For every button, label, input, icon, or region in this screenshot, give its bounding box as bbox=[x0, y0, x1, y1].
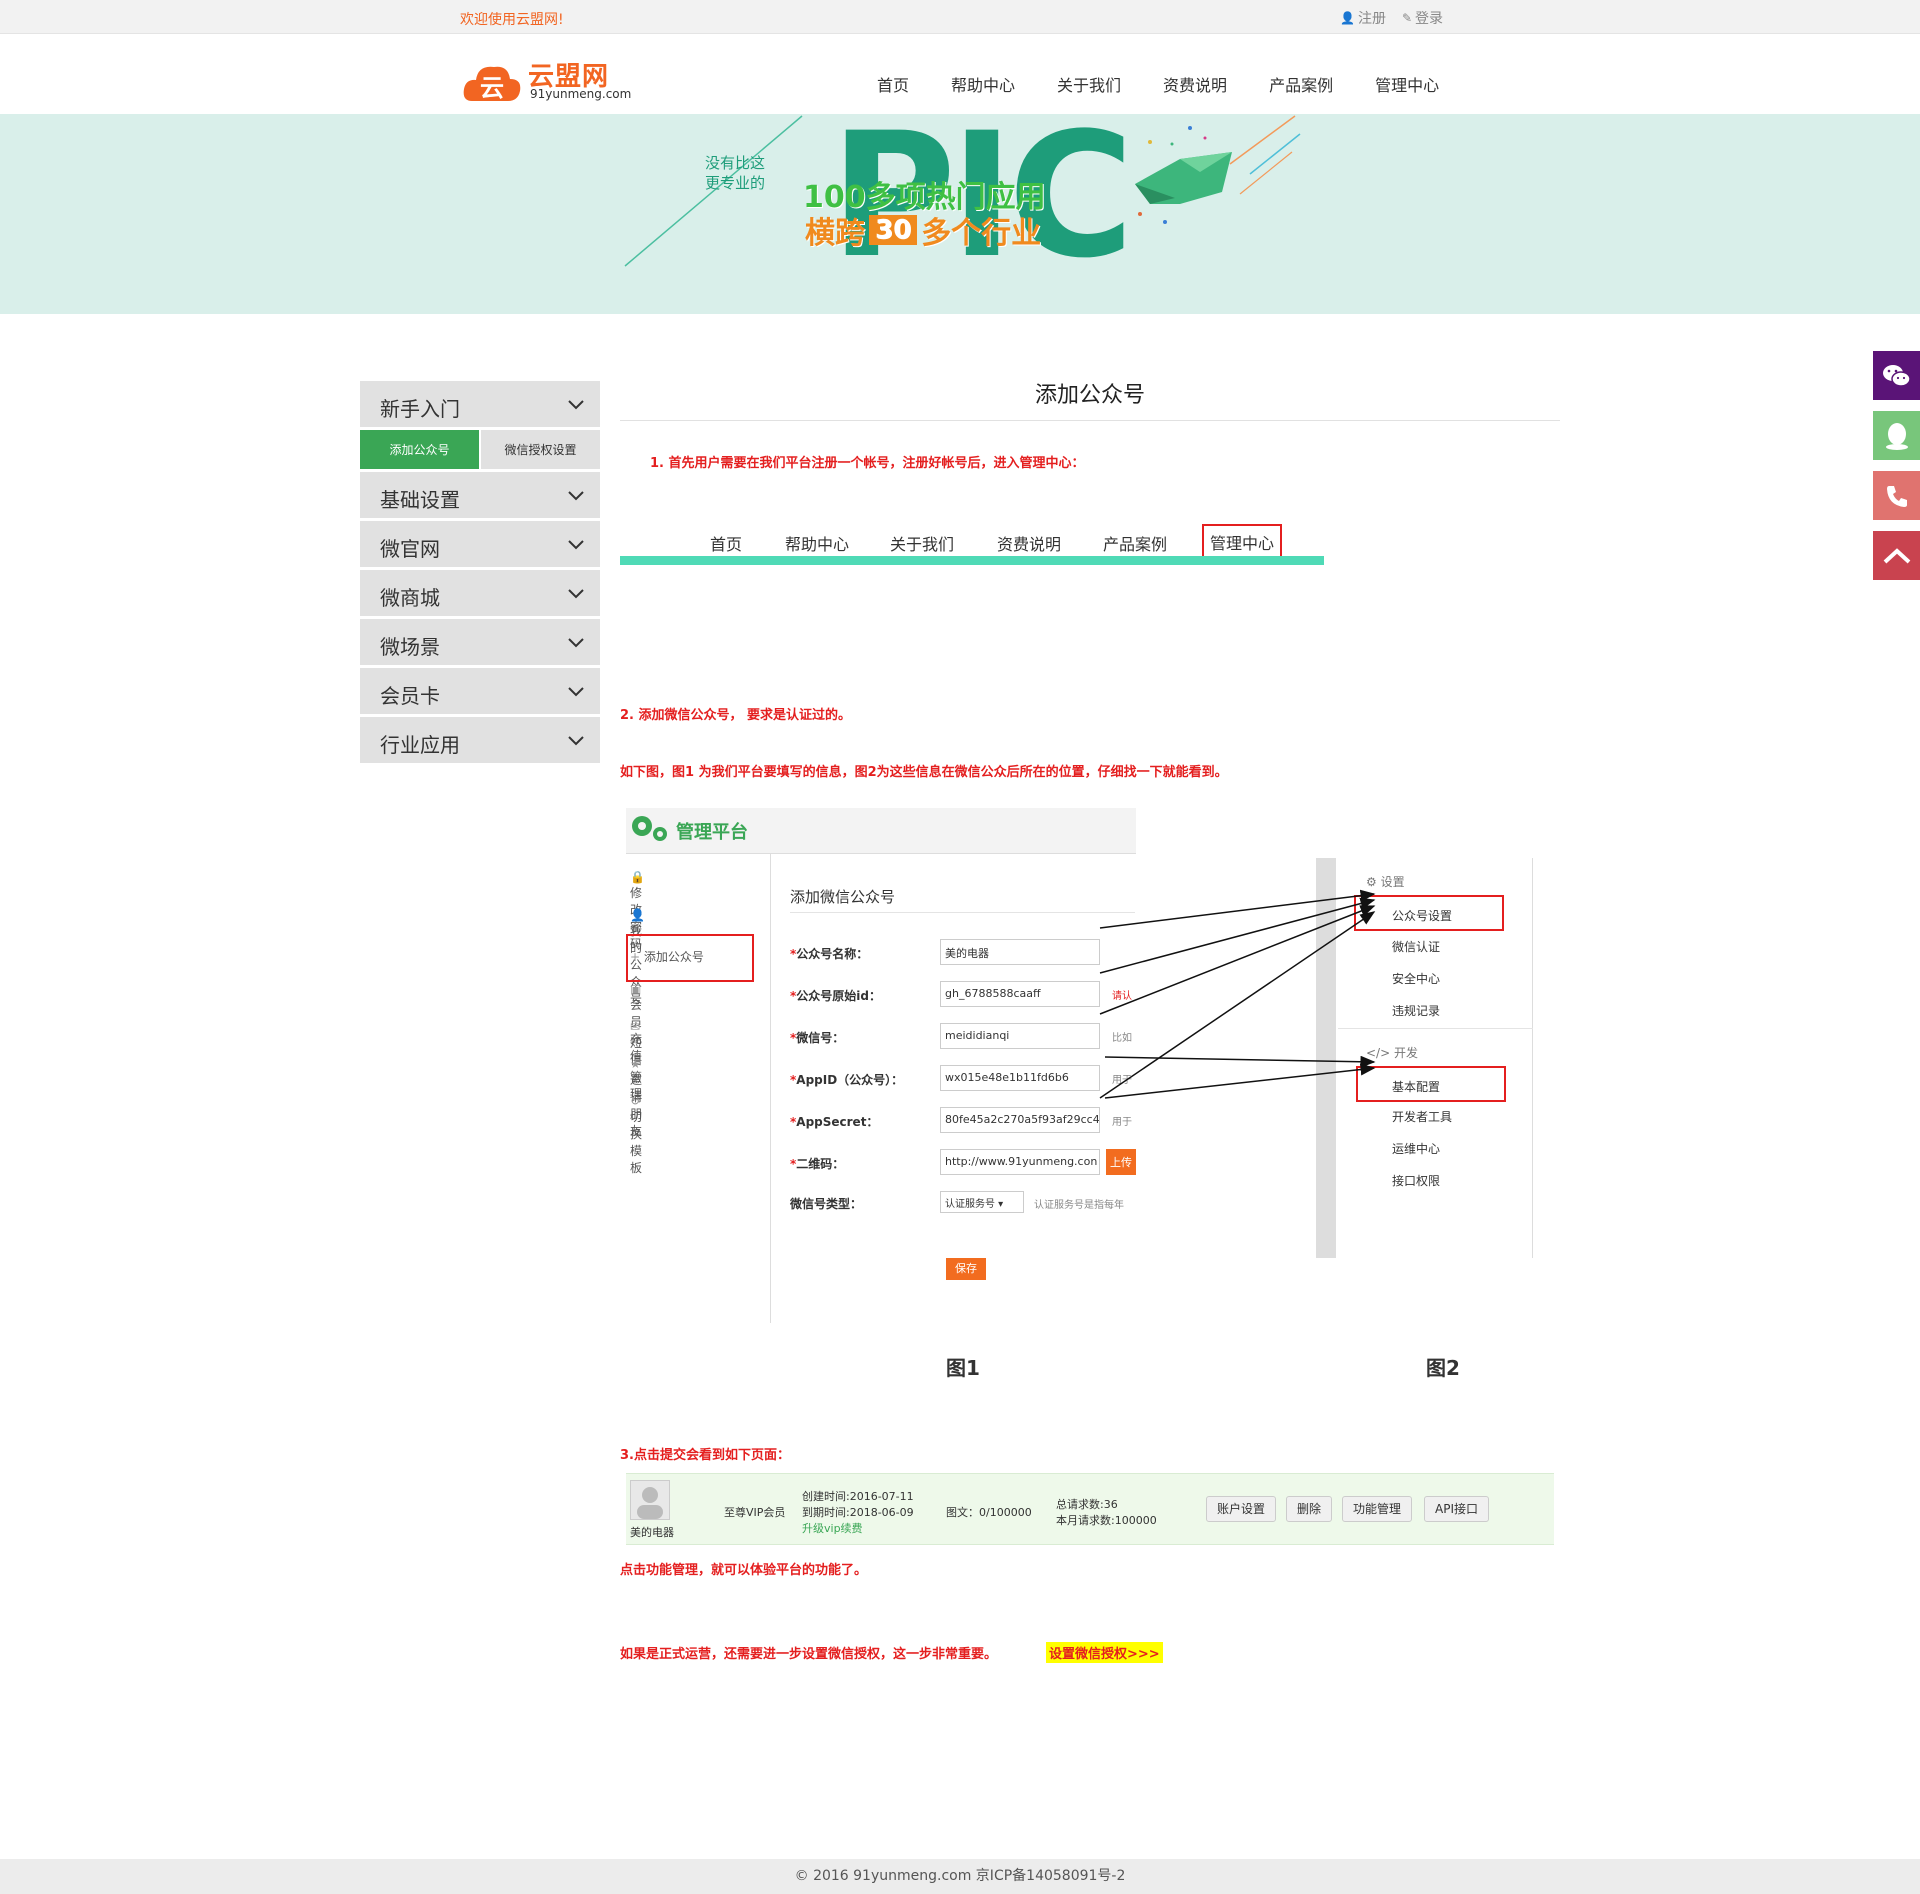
nav-pricing[interactable]: 资费说明 bbox=[1142, 72, 1248, 96]
screenshot-nav-item: 关于我们 bbox=[890, 535, 955, 554]
step-3-text: 3.点击提交会看到如下页面： bbox=[620, 1448, 790, 1463]
mapping-arrows bbox=[1099, 889, 1376, 1099]
qq-icon bbox=[1885, 422, 1908, 450]
subtab-wechat-auth[interactable]: 微信授权设置 bbox=[479, 430, 600, 469]
screenshot-nav: 首页 帮助中心 关于我们 资费说明 产品案例 管理中心 bbox=[620, 516, 1324, 566]
avatar bbox=[630, 1480, 670, 1520]
account-settings-button: 账户设置 bbox=[1206, 1496, 1277, 1522]
svg-text:云: 云 bbox=[480, 74, 504, 102]
pencil-icon: ✎ bbox=[1401, 11, 1413, 25]
result-row-screenshot: 美的电器 至尊VIP会员 创建时间:2016-07-11 到期时间:2018-0… bbox=[626, 1473, 1554, 1545]
sidebar-section-microsite[interactable]: 微官网 bbox=[360, 521, 600, 570]
result-expires: 到期时间:2018-06-09 bbox=[802, 1506, 914, 1519]
nav-about[interactable]: 关于我们 bbox=[1036, 72, 1142, 96]
result-upgrade: 升级vip续费 bbox=[802, 1522, 863, 1535]
nav-help[interactable]: 帮助中心 bbox=[930, 72, 1036, 96]
user-icon bbox=[637, 1487, 663, 1519]
chevron-down-icon bbox=[568, 736, 584, 746]
sidebar-section-membercard[interactable]: 会员卡 bbox=[360, 668, 600, 717]
result-level: 至尊VIP会员 bbox=[724, 1506, 786, 1519]
screenshot-nav-item: 首页 bbox=[710, 535, 743, 554]
chevron-down-icon bbox=[568, 491, 584, 501]
main-nav: 首页 帮助中心 关于我们 资费说明 产品案例 管理中心 bbox=[856, 72, 1460, 96]
cloud-logo-icon: 云 bbox=[463, 66, 521, 102]
phone-float-button[interactable] bbox=[1873, 471, 1920, 520]
hero-banner: PIC 没有比这 更专业的 100多项热门应用 横跨 30 多个行业 bbox=[0, 114, 1920, 314]
banner-line-2: 横跨 30 多个行业 bbox=[805, 215, 1042, 251]
logo-domain: 91yunmeng.com bbox=[530, 87, 632, 101]
sidebar-section-industry[interactable]: 行业应用 bbox=[360, 717, 600, 766]
banner-tag-2: 更专业的 bbox=[705, 174, 766, 192]
sidebar: 新手入门 添加公众号 微信授权设置 基础设置 微官网 微商城 微场景 会员卡 行… bbox=[360, 381, 600, 766]
step-1-text: 1. 首先用户需要在我们平台注册一个帐号，注册好帐号后，进入管理中心： bbox=[650, 456, 1085, 471]
register-link[interactable]: 👤 注册 bbox=[1340, 8, 1386, 28]
screenshot-nav-item-highlighted: 管理中心 bbox=[1202, 524, 1283, 560]
nav-admin[interactable]: 管理中心 bbox=[1354, 72, 1460, 96]
result-created: 创建时间:2016-07-11 bbox=[802, 1490, 914, 1503]
header: 云 云盟网 91yunmeng.com 首页 帮助中心 关于我们 资费说明 产品… bbox=[0, 35, 1920, 114]
nav-cases[interactable]: 产品案例 bbox=[1248, 72, 1354, 96]
user-icon: 👤 bbox=[1340, 11, 1355, 25]
result-total: 总请求数:36 bbox=[1056, 1498, 1118, 1511]
sidebar-section-mall[interactable]: 微商城 bbox=[360, 570, 600, 619]
step-3-desc: 点击功能管理，就可以体验平台的功能了。 bbox=[620, 1563, 868, 1578]
sidebar-section-basic[interactable]: 基础设置 bbox=[360, 472, 600, 521]
screenshot-nav-item: 产品案例 bbox=[1103, 535, 1168, 554]
wechat-auth-link[interactable]: 设置微信授权>>> bbox=[1046, 1642, 1163, 1663]
result-month: 本月请求数:100000 bbox=[1056, 1514, 1157, 1527]
chevron-down-icon bbox=[568, 687, 584, 697]
screenshot-nav-item: 帮助中心 bbox=[785, 535, 850, 554]
final-note: 如果是正式运营，还需要进一步设置微信授权，这一步非常重要。 bbox=[620, 1647, 998, 1662]
back-to-top-button[interactable] bbox=[1873, 531, 1920, 580]
qq-float-button[interactable] bbox=[1873, 411, 1920, 460]
top-bar: 欢迎使用云盟网! 👤 注册 ✎ 登录 bbox=[0, 0, 1920, 34]
function-manage-button: 功能管理 bbox=[1342, 1496, 1413, 1522]
figure-1-caption: 图1 bbox=[946, 1356, 980, 1380]
phone-icon bbox=[1886, 485, 1907, 507]
sidebar-section-beginner[interactable]: 新手入门 bbox=[360, 381, 600, 430]
main-content: 添加公众号 1. 首先用户需要在我们平台注册一个帐号，注册好帐号后，进入管理中心… bbox=[620, 376, 1560, 1663]
sidebar-subtabs: 添加公众号 微信授权设置 bbox=[360, 430, 600, 472]
result-posts: 图文：0/100000 bbox=[946, 1506, 1032, 1519]
chevron-up-icon bbox=[1883, 547, 1910, 563]
banner-tag-1: 没有比这 bbox=[705, 154, 766, 172]
login-link[interactable]: ✎ 登录 bbox=[1402, 8, 1443, 28]
figure-2-caption: 图2 bbox=[1426, 1356, 1460, 1380]
screenshot-nav-bar bbox=[620, 556, 1324, 565]
wechat-icon bbox=[1882, 364, 1911, 387]
chevron-down-icon bbox=[568, 540, 584, 550]
api-button: API接口 bbox=[1424, 1496, 1489, 1522]
sidebar-section-scene[interactable]: 微场景 bbox=[360, 619, 600, 668]
chevron-down-icon bbox=[568, 589, 584, 599]
subtab-add-account[interactable]: 添加公众号 bbox=[360, 430, 479, 469]
result-name: 美的电器 bbox=[630, 1526, 674, 1539]
screenshot-nav-item: 资费说明 bbox=[997, 535, 1062, 554]
logo[interactable]: 云 云盟网 91yunmeng.com bbox=[462, 55, 631, 105]
welcome-text: 欢迎使用云盟网! bbox=[460, 12, 564, 28]
chevron-down-icon bbox=[568, 638, 584, 648]
chevron-down-icon bbox=[568, 400, 584, 410]
footer: © 2016 91yunmeng.com 京ICP备14058091号-2 bbox=[0, 1859, 1920, 1894]
nav-home[interactable]: 首页 bbox=[856, 72, 930, 96]
page-title: 添加公众号 bbox=[620, 376, 1560, 421]
step-2-text: 2. 添加微信公众号， 要求是认证过的。 bbox=[620, 708, 852, 723]
wechat-float-button[interactable] bbox=[1873, 351, 1920, 400]
delete-button: 删除 bbox=[1286, 1496, 1333, 1522]
